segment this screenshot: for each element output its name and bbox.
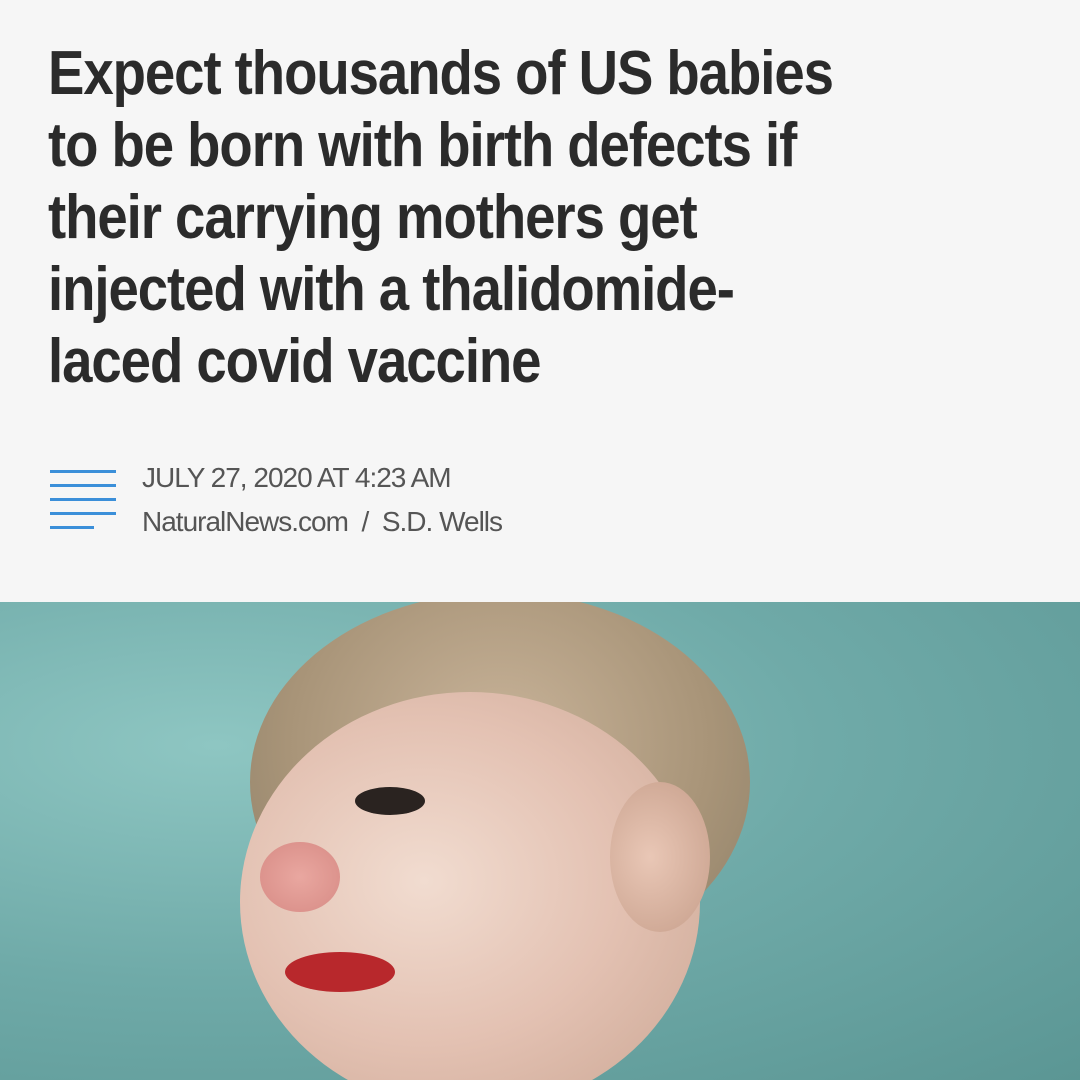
article-date: JULY 27, 2020 AT 4:23 AM (142, 462, 452, 493)
headline-line: injected with a thalidomide- (48, 255, 735, 324)
headline: Expect thousands of US babies to be born… (48, 38, 1058, 398)
hamburger-lines-icon (50, 470, 116, 532)
article-photo (0, 602, 1080, 1080)
headline-line: their carrying mothers get (48, 183, 698, 252)
headline-line: to be born with birth defects if (48, 111, 797, 180)
headline-line: laced covid vaccine (48, 327, 542, 396)
article-byline: NaturalNews.com / S.D. Wells (142, 506, 503, 537)
headline-line: Expect thousands of US babies (48, 39, 834, 108)
